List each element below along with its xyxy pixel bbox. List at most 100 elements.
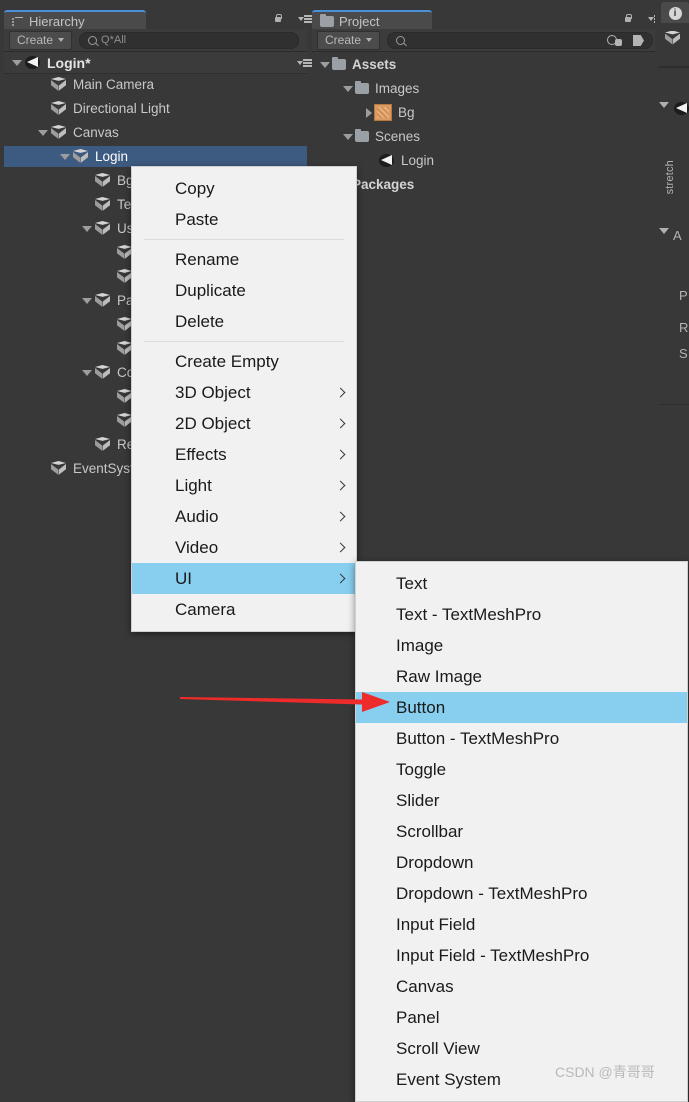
folder-icon: [320, 16, 334, 27]
hierarchy-search-input[interactable]: Q*All: [79, 32, 299, 49]
ui-submenu-item-input-field-textmeshpro[interactable]: Input Field - TextMeshPro: [356, 940, 687, 971]
context-menu-item-duplicate[interactable]: Duplicate: [132, 275, 356, 306]
gameobject-cube-icon: [94, 173, 111, 189]
context-menu-item-paste[interactable]: Paste: [132, 204, 356, 235]
ui-submenu-item-button-textmeshpro[interactable]: Button - TextMeshPro: [356, 723, 687, 754]
hierarchy-item-main-camera[interactable]: Main Camera: [4, 74, 307, 95]
ui-submenu-item-image[interactable]: Image: [356, 630, 687, 661]
ui-submenu-item-label: Text - TextMeshPro: [396, 605, 541, 625]
ui-submenu-item-input-field[interactable]: Input Field: [356, 909, 687, 940]
context-menu-item-light[interactable]: Light: [132, 470, 356, 501]
ui-submenu-item-scrollbar[interactable]: Scrollbar: [356, 816, 687, 847]
tab-inspector[interactable]: i: [661, 2, 689, 23]
search-icon: [396, 36, 405, 45]
chevron-down-icon[interactable]: [38, 130, 48, 136]
chevron-down-icon[interactable]: [82, 226, 92, 232]
project-item-assets[interactable]: Assets: [312, 54, 657, 75]
hierarchy-item-canvas[interactable]: Canvas: [4, 122, 307, 143]
hierarchy-toolbar: Create Q*All: [4, 29, 307, 52]
hierarchy-create-button[interactable]: Create: [9, 31, 72, 50]
project-tabbar: Project: [312, 8, 657, 29]
gameobject-cube-icon: [72, 149, 89, 165]
chevron-right-icon[interactable]: [366, 108, 372, 118]
hierarchy-scene-row[interactable]: Login*: [4, 52, 307, 74]
context-menu-item-copy[interactable]: Copy: [132, 173, 356, 204]
ui-submenu-item-text[interactable]: Text: [356, 568, 687, 599]
inspector-foldout-recttransform[interactable]: [659, 108, 671, 126]
chevron-down-icon[interactable]: [82, 370, 92, 376]
chevron-down-icon[interactable]: [343, 86, 353, 92]
inspector-anchor-preset-label: stretch: [664, 160, 676, 199]
project-item-scenes[interactable]: Scenes: [312, 126, 657, 147]
context-menu-item-camera[interactable]: Camera: [132, 594, 356, 625]
chevron-right-icon: [336, 481, 346, 491]
context-menu-item-2d-object[interactable]: 2D Object: [132, 408, 356, 439]
context-menu-item-ui[interactable]: UI: [132, 563, 356, 594]
hierarchy-item-login[interactable]: Login: [4, 146, 307, 167]
ui-submenu-item-label: Slider: [396, 791, 439, 811]
tab-project[interactable]: Project: [312, 10, 432, 31]
ui-submenu-item-label: Input Field: [396, 915, 475, 935]
chevron-down-icon[interactable]: [343, 134, 353, 140]
ui-submenu-item-label: Toggle: [396, 760, 446, 780]
project-item-label: Packages: [352, 177, 414, 192]
chevron-down-icon[interactable]: [320, 62, 330, 68]
project-item-bg[interactable]: Bg: [312, 102, 657, 123]
context-menu-item-label: Effects: [175, 445, 227, 465]
ui-submenu-item-scroll-view[interactable]: Scroll View: [356, 1033, 687, 1064]
chevron-down-icon[interactable]: [12, 60, 22, 66]
scene-icon: [24, 55, 41, 71]
hierarchy-item-label: Login: [95, 149, 128, 164]
watermark-text: CSDN @青哥哥: [555, 1062, 655, 1082]
context-menu-item-label: Camera: [175, 600, 235, 620]
inspector-field-p: P: [679, 288, 688, 303]
red-pointer-arrow: [176, 686, 392, 718]
favorites-icon[interactable]: [607, 34, 623, 48]
tab-hierarchy[interactable]: Hierarchy: [4, 10, 146, 31]
ui-submenu-item-slider[interactable]: Slider: [356, 785, 687, 816]
divider: [659, 404, 689, 405]
ui-submenu-item-label: Canvas: [396, 977, 454, 997]
context-menu-item-create-empty[interactable]: Create Empty: [132, 346, 356, 377]
folder-icon: [332, 59, 346, 70]
hierarchy-item-directional-light[interactable]: Directional Light: [4, 98, 307, 119]
folder-icon: [355, 83, 369, 94]
context-menu-item-effects[interactable]: Effects: [132, 439, 356, 470]
context-menu-item-label: Create Empty: [175, 352, 279, 372]
context-menu-item-label: Copy: [175, 179, 215, 199]
ui-submenu-item-panel[interactable]: Panel: [356, 1002, 687, 1033]
context-menu-item-label: Rename: [175, 250, 239, 270]
ui-submenu-item-text-textmeshpro[interactable]: Text - TextMeshPro: [356, 599, 687, 630]
ui-submenu-item-button[interactable]: Button: [356, 692, 687, 723]
ui-submenu-item-label: Panel: [396, 1008, 439, 1028]
context-menu-item-delete[interactable]: Delete: [132, 306, 356, 337]
context-menu-item-3d-object[interactable]: 3D Object: [132, 377, 356, 408]
context-menu-item-video[interactable]: Video: [132, 532, 356, 563]
info-icon: i: [669, 7, 682, 20]
ui-submenu-item-dropdown-textmeshpro[interactable]: Dropdown - TextMeshPro: [356, 878, 687, 909]
project-item-packages[interactable]: Packages: [312, 174, 657, 195]
project-item-images[interactable]: Images: [312, 78, 657, 99]
project-create-button[interactable]: Create: [317, 31, 380, 50]
menu-separator: [144, 239, 344, 240]
chevron-down-icon[interactable]: [82, 298, 92, 304]
gameobject-cube-icon: [94, 365, 111, 381]
inspector-field-s: S: [679, 346, 688, 361]
hierarchy-tabbar: Hierarchy: [4, 8, 307, 29]
context-menu-item-rename[interactable]: Rename: [132, 244, 356, 275]
chevron-down-icon[interactable]: [60, 154, 70, 160]
context-menu-item-label: Delete: [175, 312, 224, 332]
project-toolbar: Create: [312, 29, 657, 52]
context-menu-item-audio[interactable]: Audio: [132, 501, 356, 532]
ui-submenu-item-canvas[interactable]: Canvas: [356, 971, 687, 1002]
project-item-login[interactable]: Login: [312, 150, 657, 171]
inspector-field-r: R: [679, 320, 688, 335]
ui-submenu-item-dropdown[interactable]: Dropdown: [356, 847, 687, 878]
ui-submenu-item-raw-image[interactable]: Raw Image: [356, 661, 687, 692]
ui-submenu-item-toggle[interactable]: Toggle: [356, 754, 687, 785]
divider: [659, 66, 689, 68]
hierarchy-item-label: Main Camera: [73, 77, 154, 92]
label-tag-icon[interactable]: [633, 34, 648, 47]
ui-submenu-item-label: Scrollbar: [396, 822, 463, 842]
inspector-foldout-anchors[interactable]: [659, 234, 671, 252]
